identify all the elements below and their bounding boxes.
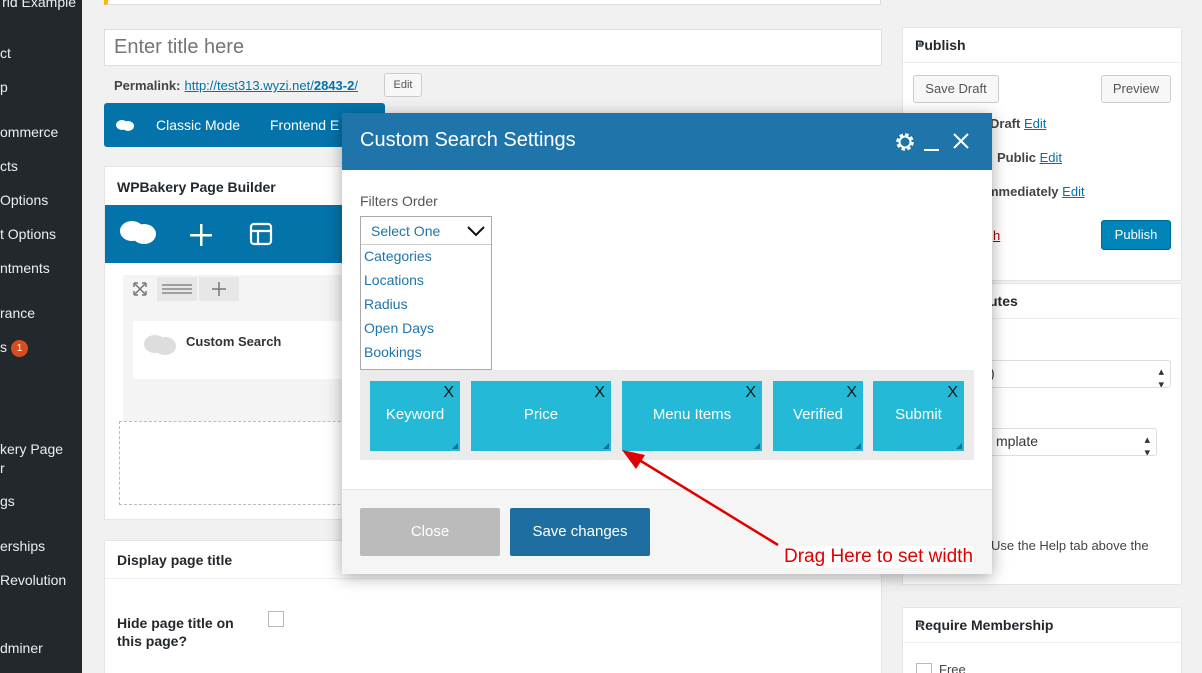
- minimize-icon[interactable]: [924, 149, 939, 151]
- row-add-button[interactable]: [199, 277, 239, 301]
- modal-title: Custom Search Settings: [360, 129, 576, 151]
- add-element-icon[interactable]: [189, 223, 213, 247]
- filters-order-label: Filters Order: [360, 193, 438, 209]
- box-header[interactable]: Require Membership ▲: [903, 608, 1181, 643]
- filter-chip-price[interactable]: Price X: [471, 381, 611, 451]
- gear-icon[interactable]: [894, 131, 916, 153]
- classic-mode-button[interactable]: Classic Mode: [156, 117, 240, 133]
- sidebar-item[interactable]: ommerce: [0, 124, 82, 144]
- resize-handle[interactable]: [603, 443, 609, 449]
- template-select[interactable]: mplate ▴ ▾: [989, 428, 1157, 456]
- remove-chip-button[interactable]: X: [594, 384, 605, 402]
- permalink-row: Permalink: http://test313.wyzi.net/2843-2…: [114, 78, 358, 93]
- help-text: Use the Help tab above the: [991, 538, 1149, 553]
- remove-chip-button[interactable]: X: [443, 384, 454, 402]
- sidebar-item[interactable]: ntments: [0, 260, 82, 280]
- remove-chip-button[interactable]: X: [846, 384, 857, 402]
- move-to-trash-link[interactable]: h: [993, 228, 1000, 243]
- post-title-input[interactable]: [104, 29, 882, 66]
- save-draft-button[interactable]: Save Draft: [913, 75, 999, 103]
- filters-order-select[interactable]: Select One Categories Locations Radius O…: [360, 216, 492, 370]
- require-membership-box: Require Membership ▲ Free: [902, 607, 1182, 673]
- select-option-locations[interactable]: Locations: [364, 272, 424, 288]
- sidebar-item[interactable]: rid Example: [0, 0, 82, 14]
- builder-title: WPBakery Page Builder: [117, 179, 276, 195]
- sidebar-item[interactable]: rance: [0, 305, 82, 325]
- free-label: Free: [939, 662, 966, 673]
- sidebar-item[interactable]: s1: [0, 339, 82, 359]
- wpbakery-logo-icon: [116, 120, 134, 131]
- permalink-link[interactable]: http://test313.wyzi.net/2843-2/: [184, 78, 357, 93]
- filter-chips-area: Keyword X Price X Menu Items X Verified …: [360, 370, 974, 460]
- templates-icon[interactable]: [249, 222, 273, 246]
- remove-chip-button[interactable]: X: [947, 384, 958, 402]
- notice-strip: [104, 0, 881, 5]
- hamburger-icon: [162, 284, 192, 294]
- box-header[interactable]: Publish ▲: [903, 28, 1181, 63]
- close-button[interactable]: Close: [360, 508, 500, 556]
- annotation-label: Drag Here to set width: [784, 546, 974, 568]
- publish-button[interactable]: Publish: [1101, 220, 1171, 250]
- sidebar-item[interactable]: erships: [0, 538, 82, 558]
- plus-icon: [212, 282, 226, 296]
- notification-badge: 1: [11, 340, 28, 357]
- wpbakery-element-icon: [144, 335, 176, 355]
- filter-chip-keyword[interactable]: Keyword X: [370, 381, 460, 451]
- filter-chip-verified[interactable]: Verified X: [773, 381, 863, 451]
- custom-search-settings-modal: Custom Search Settings Filters Order Sel…: [342, 113, 992, 574]
- frontend-editor-button[interactable]: Frontend E: [270, 117, 339, 133]
- row-move-handle[interactable]: [127, 277, 153, 301]
- save-changes-button[interactable]: Save changes: [510, 508, 650, 556]
- close-icon[interactable]: [952, 132, 970, 150]
- permalink-label: Permalink:: [114, 78, 181, 93]
- resize-handle[interactable]: [452, 443, 458, 449]
- select-option-bookings[interactable]: Bookings: [364, 344, 422, 360]
- sidebar-item[interactable]: kery Page: [0, 441, 82, 461]
- schedule-edit-link[interactable]: Edit: [1062, 184, 1084, 199]
- sidebar-item[interactable]: ct: [0, 45, 82, 65]
- sidebar-item[interactable]: r: [0, 460, 82, 480]
- visibility-row: Public Edit: [997, 150, 1063, 165]
- resize-handle[interactable]: [754, 443, 760, 449]
- resize-handle[interactable]: [855, 443, 861, 449]
- parent-select[interactable]: ) ▴ ▾: [983, 360, 1171, 388]
- schedule-row: mmediately Edit: [987, 184, 1085, 199]
- select-current-value[interactable]: Select One: [361, 217, 491, 245]
- collapse-toggle-icon[interactable]: ▲: [915, 619, 1169, 630]
- select-arrows-icon: ▴ ▾: [1144, 434, 1150, 456]
- remove-chip-button[interactable]: X: [745, 384, 756, 402]
- sidebar-item[interactable]: p: [0, 79, 82, 99]
- sidebar-item[interactable]: Options: [0, 192, 82, 212]
- select-option-categories[interactable]: Categories: [364, 248, 432, 264]
- visibility-edit-link[interactable]: Edit: [1040, 150, 1062, 165]
- resize-handle[interactable]: [956, 443, 962, 449]
- collapse-toggle-icon[interactable]: ▲: [915, 39, 1169, 50]
- permalink-edit-button[interactable]: Edit: [384, 73, 422, 97]
- wpbakery-logo-icon[interactable]: [119, 217, 157, 247]
- row-layout-button[interactable]: [157, 277, 197, 301]
- sidebar-item[interactable]: t Options: [0, 226, 82, 246]
- admin-sidebar: rid Example ct p ommerce cts Options t O…: [0, 0, 82, 673]
- filter-chip-menu-items[interactable]: Menu Items X: [622, 381, 762, 451]
- hide-title-label: Hide page title on this page?: [117, 615, 234, 649]
- free-checkbox[interactable]: [916, 663, 932, 673]
- element-label: Custom Search: [186, 334, 282, 349]
- select-option-radius[interactable]: Radius: [364, 296, 408, 312]
- hide-title-checkbox[interactable]: [268, 611, 284, 627]
- chevron-down-icon: [467, 226, 485, 237]
- sidebar-item[interactable]: gs: [0, 493, 82, 513]
- sidebar-item[interactable]: Revolution: [0, 572, 82, 592]
- select-option-open-days[interactable]: Open Days: [364, 320, 434, 336]
- sidebar-item[interactable]: dminer: [0, 640, 82, 660]
- status-row: Draft Edit: [990, 116, 1047, 131]
- modal-header: Custom Search Settings: [342, 113, 992, 170]
- filter-chip-submit[interactable]: Submit X: [873, 381, 964, 451]
- sidebar-item[interactable]: cts: [0, 158, 82, 178]
- expand-arrows-icon: [133, 282, 147, 296]
- preview-button[interactable]: Preview: [1101, 75, 1171, 103]
- status-edit-link[interactable]: Edit: [1024, 116, 1046, 131]
- select-arrows-icon: ▴ ▾: [1158, 366, 1164, 388]
